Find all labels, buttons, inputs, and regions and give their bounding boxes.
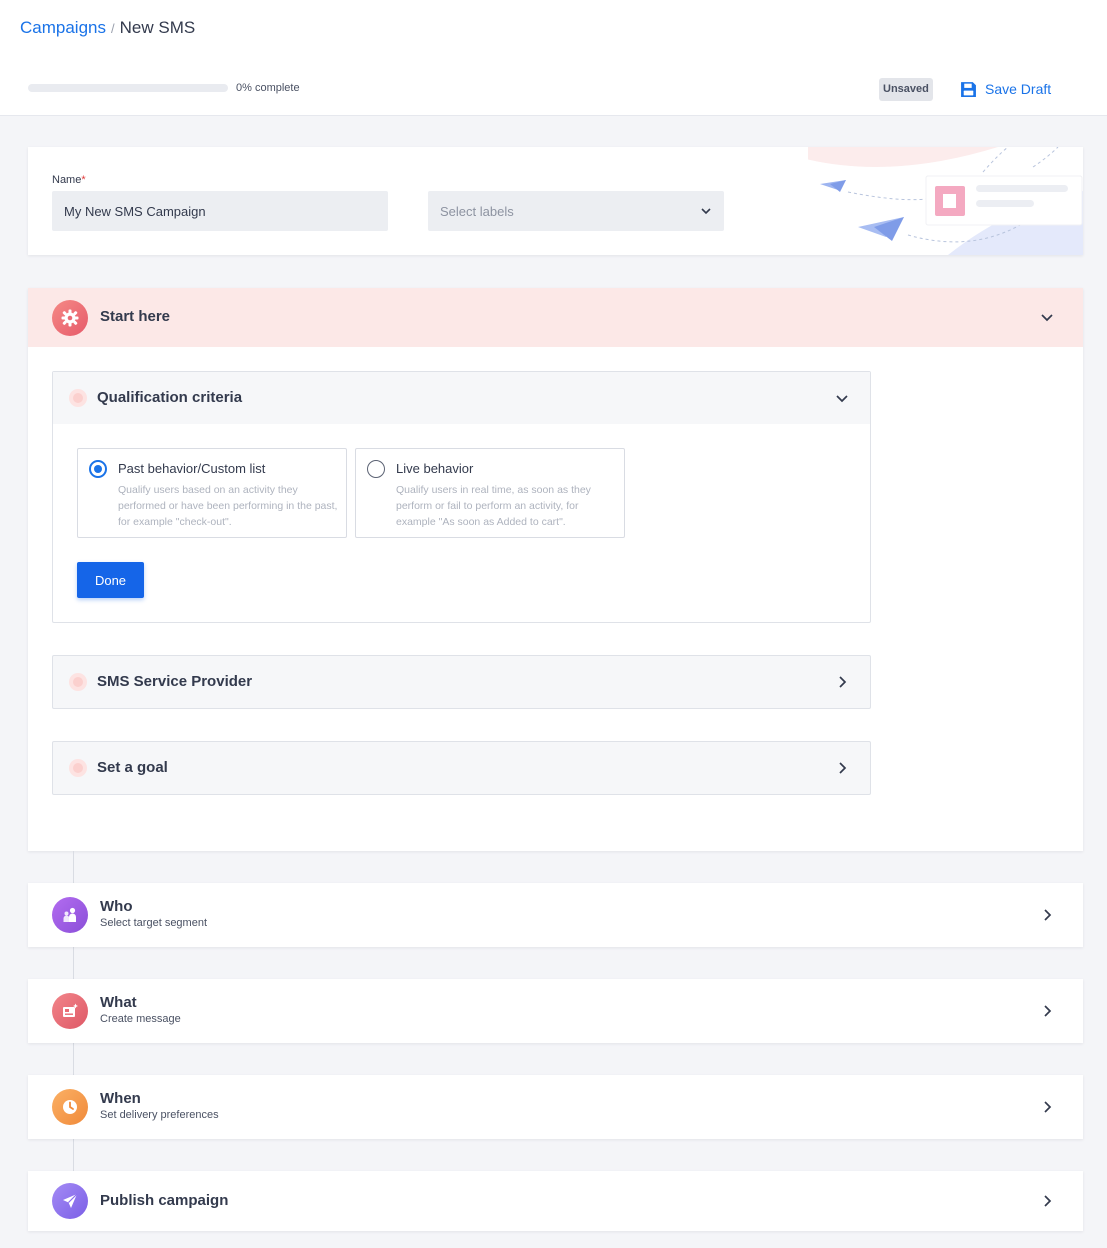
step-when-subtitle: Set delivery preferences [100, 1109, 219, 1121]
step-status-dot [69, 673, 87, 691]
option-past-behavior[interactable]: Past behavior/Custom list Qualify users … [77, 448, 347, 538]
breadcrumb-campaigns-link[interactable]: Campaigns [20, 18, 106, 38]
step-publish-title: Publish campaign [100, 1192, 229, 1209]
timeline-connector [73, 1139, 74, 1171]
name-label-text: Name [52, 174, 82, 186]
step-publish-campaign[interactable]: Publish campaign [28, 1171, 1083, 1231]
option-live-behavior[interactable]: Live behavior Qualify users in real time… [355, 448, 625, 538]
qualification-criteria-panel: Qualification criteria Past behavior/Cus… [52, 371, 871, 623]
start-here-section: Start here Qualification criteria Past b… [28, 288, 1083, 851]
step-who[interactable]: Who Select target segment [28, 883, 1083, 947]
start-here-title: Start here [100, 308, 171, 325]
option-live-behavior-label: Live behavior [396, 461, 474, 476]
step-status-dot [69, 759, 87, 777]
option-past-behavior-label: Past behavior/Custom list [118, 461, 266, 476]
qualification-criteria-header[interactable]: Qualification criteria [53, 372, 870, 424]
labels-select[interactable]: Select labels [428, 191, 724, 231]
step-who-title: Who [100, 898, 133, 915]
step-what[interactable]: What Create message [28, 979, 1083, 1043]
save-draft-button[interactable]: Save Draft [960, 78, 1051, 100]
set-a-goal-title: Set a goal [97, 759, 168, 776]
progress-bar [28, 84, 228, 92]
campaign-name-card: Name* Select labels [28, 147, 1083, 255]
name-label: Name* [52, 174, 86, 186]
campaign-illustration [808, 147, 1083, 255]
timeline-connector [73, 851, 74, 883]
option-past-behavior-description: Qualify users based on an activity they … [118, 484, 338, 528]
sms-service-provider-panel[interactable]: SMS Service Provider [52, 655, 871, 709]
chevron-right-icon [839, 676, 847, 688]
page-title: New SMS [119, 18, 196, 37]
breadcrumb: Campaigns / New SMS [20, 18, 195, 38]
step-when[interactable]: When Set delivery preferences [28, 1075, 1083, 1139]
required-mark: * [81, 174, 86, 186]
chevron-right-icon [1044, 909, 1052, 921]
chevron-right-icon [1044, 1005, 1052, 1017]
chevron-down-icon [836, 395, 848, 403]
top-bar: Campaigns / New SMS 0% complete Unsaved … [0, 0, 1107, 116]
gear-icon [52, 300, 88, 336]
step-who-subtitle: Select target segment [100, 917, 208, 929]
status-badge: Unsaved [879, 78, 933, 101]
set-a-goal-panel[interactable]: Set a goal [52, 741, 871, 795]
step-when-title: When [100, 1090, 141, 1107]
start-here-header[interactable]: Start here [28, 288, 1083, 347]
timeline-connector [73, 947, 74, 979]
users-icon [52, 897, 88, 933]
option-live-behavior-description: Qualify users in real time, as soon as t… [396, 484, 591, 528]
step-status-dot [69, 389, 87, 407]
paper-plane-icon [52, 1183, 88, 1219]
labels-select-placeholder: Select labels [440, 203, 514, 219]
clock-icon [52, 1089, 88, 1125]
chevron-right-icon [839, 762, 847, 774]
chevron-right-icon [1044, 1195, 1052, 1207]
timeline-connector [73, 1043, 74, 1075]
campaign-name-input[interactable] [52, 191, 388, 231]
step-what-subtitle: Create message [100, 1013, 181, 1025]
chevron-down-icon [1041, 314, 1053, 322]
breadcrumb-separator: / [111, 20, 115, 36]
chevron-right-icon [1044, 1101, 1052, 1113]
chevron-down-icon [701, 208, 711, 215]
radio-past-behavior[interactable] [89, 460, 107, 478]
done-button[interactable]: Done [77, 562, 144, 598]
radio-live-behavior[interactable] [367, 460, 385, 478]
floppy-disk-icon [961, 81, 976, 97]
save-draft-label: Save Draft [985, 81, 1052, 97]
sms-service-provider-title: SMS Service Provider [97, 673, 253, 690]
qualification-criteria-title: Qualification criteria [97, 389, 243, 406]
progress-indicator: 0% complete [28, 82, 300, 94]
message-icon [52, 993, 88, 1029]
step-what-title: What [100, 994, 137, 1011]
progress-label: 0% complete [236, 82, 300, 94]
